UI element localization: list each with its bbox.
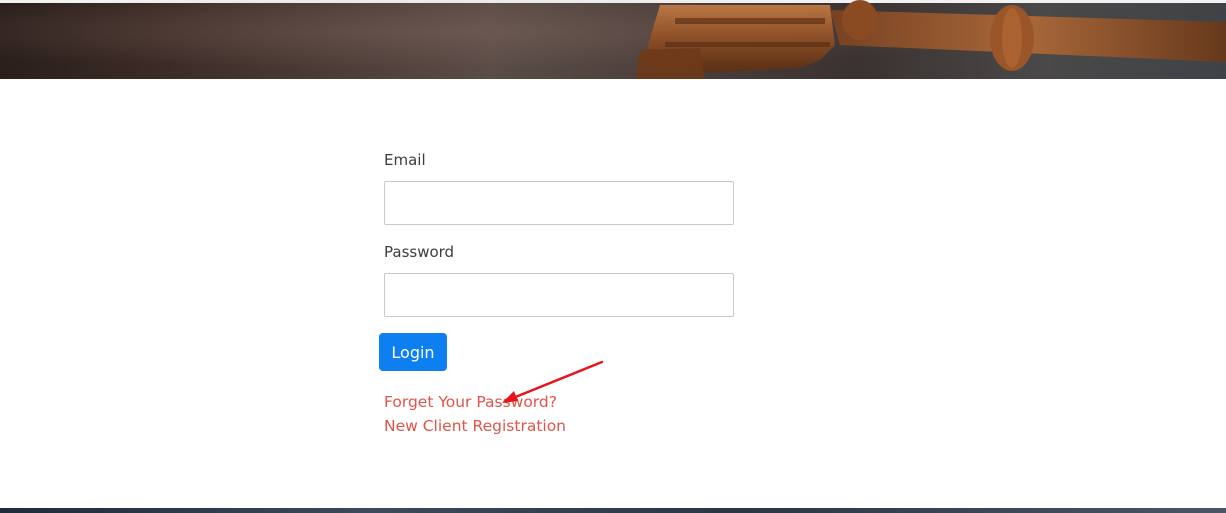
login-page: Email Password Login Forget Your Passwor… <box>0 0 1226 513</box>
new-client-registration-link[interactable]: New Client Registration <box>384 415 566 437</box>
login-button[interactable]: Login <box>379 333 447 371</box>
email-input[interactable] <box>384 181 734 225</box>
gavel-icon <box>635 0 1226 79</box>
footer-banner-image <box>0 508 1226 513</box>
password-label: Password <box>384 243 455 261</box>
password-input[interactable] <box>384 273 734 317</box>
forgot-password-link[interactable]: Forget Your Password? <box>384 391 557 413</box>
header-banner-image <box>0 0 1226 79</box>
email-label: Email <box>384 151 426 169</box>
